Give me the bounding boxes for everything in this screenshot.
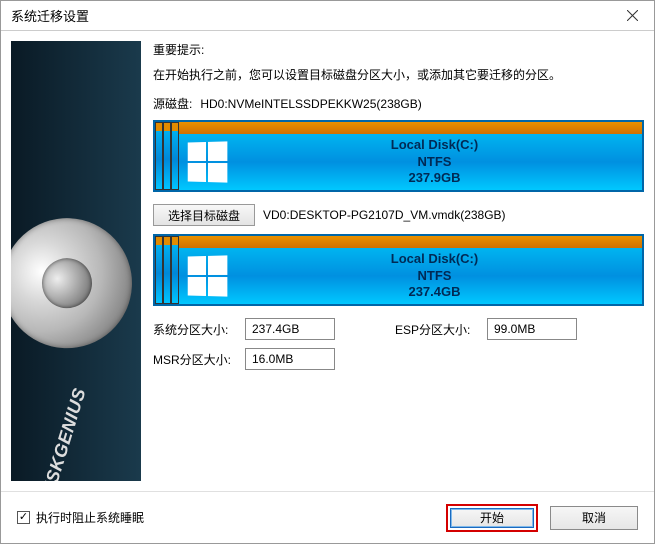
checkbox-box: ✓	[17, 511, 30, 524]
target-stripe	[179, 236, 642, 248]
hdd-platter	[11, 200, 141, 367]
select-target-disk-button[interactable]: 选择目标磁盘	[153, 204, 255, 226]
hint-text: 在开始执行之前，您可以设置目标磁盘分区大小，或添加其它要迁移的分区。	[153, 66, 644, 83]
target-partition-info: Local Disk(C:) NTFS 237.4GB	[227, 251, 642, 302]
target-disk-bar[interactable]: Local Disk(C:) NTFS 237.4GB	[153, 234, 644, 306]
hint-title: 重要提示:	[153, 41, 644, 58]
size-fields-2: MSR分区大小:	[153, 348, 644, 370]
target-sliver-2	[163, 236, 171, 304]
target-part-size: 237.4GB	[227, 284, 642, 301]
footer: ✓ 执行时阻止系统睡眠 开始 取消	[1, 491, 654, 543]
target-disk-row: 选择目标磁盘 VD0:DESKTOP-PG2107D_VM.vmdk(238GB…	[153, 204, 644, 226]
target-sliver-3	[171, 236, 179, 304]
source-sliver-2	[163, 122, 171, 190]
source-part-title: Local Disk(C:)	[227, 137, 642, 154]
esp-size-input[interactable]	[487, 318, 577, 340]
source-disk-row: 源磁盘: HD0:NVMeINTELSSDPEKKW25(238GB)	[153, 95, 644, 112]
prevent-sleep-checkbox[interactable]: ✓ 执行时阻止系统睡眠	[17, 509, 144, 526]
source-disk-label: 源磁盘:	[153, 95, 192, 112]
target-sliver-1	[155, 236, 163, 304]
target-content: Local Disk(C:) NTFS 237.4GB	[179, 248, 642, 304]
target-part-fs: NTFS	[227, 268, 642, 285]
start-button-highlight: 开始	[446, 504, 538, 532]
cancel-button[interactable]: 取消	[550, 506, 638, 530]
source-part-size: 237.9GB	[227, 170, 642, 187]
titlebar: 系统迁移设置	[1, 1, 654, 31]
target-part-title: Local Disk(C:)	[227, 251, 642, 268]
sys-size-input[interactable]	[245, 318, 335, 340]
target-main-partition: Local Disk(C:) NTFS 237.4GB	[179, 236, 642, 304]
source-part-fs: NTFS	[227, 154, 642, 171]
sidebar-graphic: DISKGENIUS	[11, 41, 141, 481]
sys-size-row: 系统分区大小:	[153, 318, 335, 340]
start-button[interactable]: 开始	[450, 508, 534, 528]
windows-icon	[188, 141, 228, 182]
sys-size-label: 系统分区大小:	[153, 321, 239, 338]
content-pane: 重要提示: 在开始执行之前，您可以设置目标磁盘分区大小，或添加其它要迁移的分区。…	[153, 41, 644, 481]
target-disk-name: VD0:DESKTOP-PG2107D_VM.vmdk(238GB)	[263, 208, 506, 222]
window-title: 系统迁移设置	[11, 6, 610, 25]
source-disk-bar[interactable]: Local Disk(C:) NTFS 237.9GB	[153, 120, 644, 192]
source-main-partition: Local Disk(C:) NTFS 237.9GB	[179, 122, 642, 190]
msr-size-input[interactable]	[245, 348, 335, 370]
source-partition-info: Local Disk(C:) NTFS 237.9GB	[227, 137, 642, 188]
hdd-graphic	[11, 175, 141, 418]
close-icon	[627, 10, 638, 21]
migration-settings-window: 系统迁移设置 DISKGENIUS 重要提示: 在开始执行之前，您可以设置目标磁…	[0, 0, 655, 544]
msr-size-row: MSR分区大小:	[153, 348, 335, 370]
source-disk-name: HD0:NVMeINTELSSDPEKKW25(238GB)	[200, 97, 421, 111]
source-stripe	[179, 122, 642, 134]
msr-size-label: MSR分区大小:	[153, 351, 239, 368]
size-fields: 系统分区大小: ESP分区大小:	[153, 318, 644, 340]
source-sliver-3	[171, 122, 179, 190]
esp-size-row: ESP分区大小:	[395, 318, 577, 340]
source-content: Local Disk(C:) NTFS 237.9GB	[179, 134, 642, 190]
close-button[interactable]	[610, 1, 654, 30]
esp-size-label: ESP分区大小:	[395, 321, 481, 338]
source-sliver-1	[155, 122, 163, 190]
window-body: DISKGENIUS 重要提示: 在开始执行之前，您可以设置目标磁盘分区大小，或…	[1, 31, 654, 491]
checkbox-label: 执行时阻止系统睡眠	[36, 509, 144, 526]
windows-icon	[188, 255, 228, 296]
